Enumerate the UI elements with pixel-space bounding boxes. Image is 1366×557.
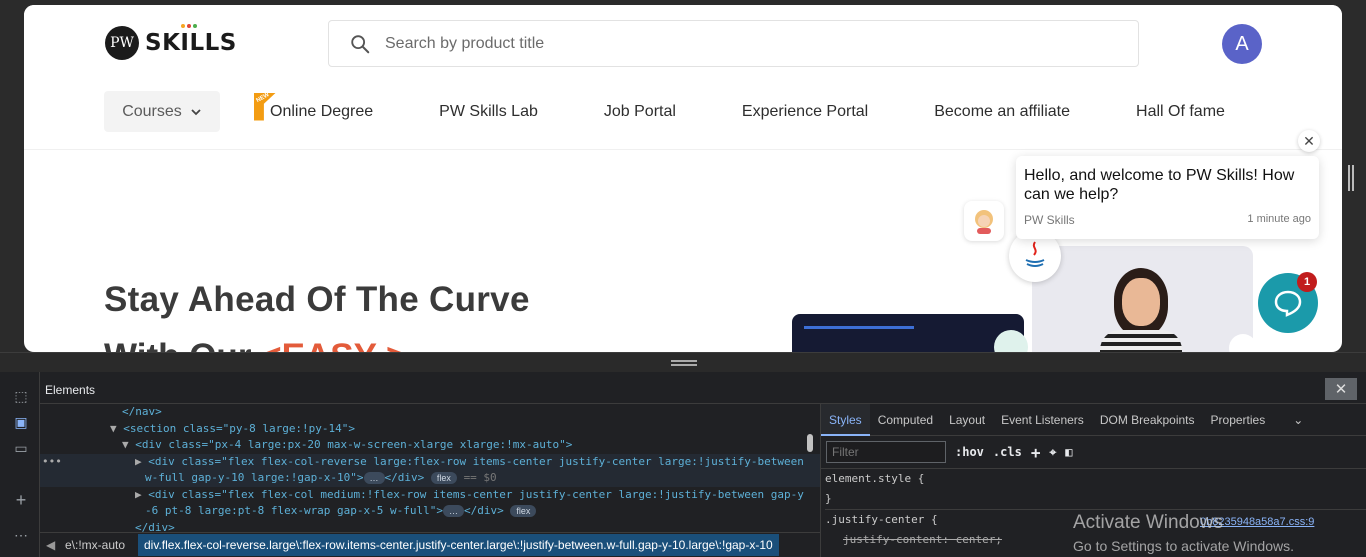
logo-wordmark: SKILLS — [145, 30, 237, 56]
chat-bubble-icon — [1274, 290, 1302, 317]
devtools-resize-handle[interactable] — [0, 352, 1366, 372]
code-line[interactable]: ▼ <div class="px-4 large:px-20 max-w-scr… — [40, 437, 820, 454]
search-input[interactable] — [385, 34, 1085, 53]
devtools-sidebar: ⬚ ▣ ▭ + ⋯ — [0, 372, 40, 557]
chevron-down-icon — [191, 108, 201, 115]
nav-item-pw-skills-lab[interactable]: PW Skills Lab — [439, 103, 538, 121]
flex-badge[interactable]: flex — [510, 505, 537, 517]
nav-item-online-degree[interactable]: NEW Online Degree — [254, 92, 374, 121]
nav-item-hall-of-fame[interactable]: Hall Of fame — [1136, 103, 1225, 121]
courses-dropdown[interactable]: Courses — [104, 91, 220, 132]
site-header: PW SKILLS A Courses NEW Online Degree PW — [24, 5, 1342, 149]
logo-text: SKILLS — [145, 24, 237, 56]
logo-dots — [181, 24, 197, 28]
hero-headline: Stay Ahead Of The Curve — [104, 280, 530, 319]
styles-toolbar: :hov .cls + ⌖ ◧ — [821, 436, 1366, 469]
nav-item-experience-portal[interactable]: Experience Portal — [742, 103, 868, 121]
pw-logo-mark: PW — [105, 26, 139, 60]
hero-subline-accent: <EASY > — [261, 337, 406, 352]
ellipsis-pill[interactable]: … — [443, 505, 465, 517]
code-line[interactable]: -6 pt-8 large:pt-8 flex-wrap gap-x-5 w-f… — [40, 503, 820, 520]
tab-styles[interactable]: Styles — [821, 403, 870, 436]
chat-time: 1 minute ago — [1247, 213, 1311, 225]
ellipsis-pill[interactable]: … — [363, 472, 385, 484]
breadcrumb-item[interactable]: e\:!mx-auto — [65, 538, 125, 552]
elements-scrollbar[interactable] — [805, 410, 815, 530]
code-line-selected[interactable]: ••• ▶ <div class="flex flex-col-reverse l… — [40, 453, 820, 470]
chat-message: Hello, and welcome to PW Skills! How can… — [1024, 167, 1295, 203]
breadcrumb: ◀ e\:!mx-auto div.flex.flex-col-reverse.… — [40, 532, 820, 557]
breadcrumb-left-arrow-icon[interactable]: ◀ — [46, 538, 55, 552]
hero-code-image — [792, 314, 1024, 352]
add-icon[interactable]: + — [13, 491, 29, 509]
website-viewport: PW SKILLS A Courses NEW Online Degree PW — [24, 5, 1342, 352]
code-line[interactable]: </div> — [40, 520, 820, 533]
person-face — [1122, 278, 1160, 326]
tab-dom-breakpoints[interactable]: DOM Breakpoints — [1092, 404, 1203, 436]
code-line[interactable]: ▶ <div class="flex flex-col medium:!flex… — [40, 487, 820, 504]
chat-agent-avatar — [964, 201, 1004, 241]
code-line-selected-cont[interactable]: w-full gap-y-10 large:!gap-x-10">… </div>… — [40, 470, 820, 487]
activate-windows-subtitle: Go to Settings to activate Windows. — [1073, 538, 1294, 554]
courses-label: Courses — [122, 102, 182, 120]
hero-subline: With Our <EASY > — [104, 337, 406, 352]
activate-windows-title: Activate Windows — [1073, 512, 1223, 533]
elements-tree: </nav> ▼ <section class="py-8 large:!py-… — [40, 404, 820, 532]
cls-button[interactable]: .cls — [993, 445, 1022, 459]
page-scrollbar[interactable] — [1348, 165, 1354, 191]
styles-pane: Styles Computed Layout Event Listeners D… — [820, 403, 1366, 557]
elements-panel-title: Elements — [45, 383, 96, 397]
nav-item-become-affiliate[interactable]: Become an affiliate — [934, 103, 1070, 121]
styles-tabs: Styles Computed Layout Event Listeners D… — [821, 403, 1366, 436]
main-nav: Courses NEW Online Degree PW Skills Lab … — [104, 91, 1225, 132]
element-style-close: } — [825, 492, 832, 505]
user-avatar[interactable]: A — [1222, 24, 1262, 64]
sidebar-toggle-icon[interactable]: ◧ — [1065, 445, 1072, 459]
chevron-down-icon[interactable]: ⌄ — [1285, 404, 1311, 436]
flex-badge[interactable]: flex — [430, 472, 457, 484]
code-line[interactable]: </nav> — [40, 404, 820, 421]
chat-sender: PW Skills — [1024, 213, 1075, 227]
hov-button[interactable]: :hov — [955, 445, 984, 459]
nav-item-job-portal[interactable]: Job Portal — [604, 103, 676, 121]
device-toggle-icon[interactable]: ▣ — [13, 414, 29, 430]
tab-layout[interactable]: Layout — [941, 404, 993, 436]
chat-welcome-popup[interactable]: Hello, and welcome to PW Skills! How can… — [1016, 156, 1319, 239]
chat-unread-badge: 1 — [1297, 272, 1317, 292]
close-devtools-button[interactable]: ✕ — [1325, 378, 1357, 400]
code-line[interactable]: ▼ <section class="py-8 large:!py-14"> — [40, 421, 820, 438]
styles-filter-input[interactable] — [826, 441, 946, 463]
devtools-header: Elements ✕ — [40, 372, 1366, 404]
person-body — [1100, 330, 1182, 352]
nav-label-online-degree: Online Degree — [270, 102, 374, 120]
tab-properties[interactable]: Properties — [1203, 404, 1274, 436]
inspect-icon[interactable]: ⬚ — [13, 388, 29, 404]
window-icon[interactable]: ▭ — [13, 440, 29, 456]
chat-close-button[interactable]: ✕ — [1298, 130, 1320, 152]
tab-event-listeners[interactable]: Event Listeners — [993, 404, 1092, 436]
new-rule-icon[interactable]: + — [1031, 443, 1041, 462]
paint-icon[interactable]: ⌖ — [1049, 445, 1056, 460]
breadcrumb-item-selected[interactable]: div.flex.flex-col-reverse.large\:flex-ro… — [138, 534, 779, 556]
hero-subline-prefix: With Our — [104, 337, 251, 352]
tab-computed[interactable]: Computed — [870, 404, 941, 436]
search-bar[interactable] — [328, 20, 1139, 67]
pw-skills-logo[interactable]: PW SKILLS — [105, 24, 237, 60]
search-icon — [351, 34, 370, 53]
element-style-open[interactable]: element.style { — [825, 469, 1366, 489]
more-icon[interactable]: ⋯ — [13, 527, 29, 543]
